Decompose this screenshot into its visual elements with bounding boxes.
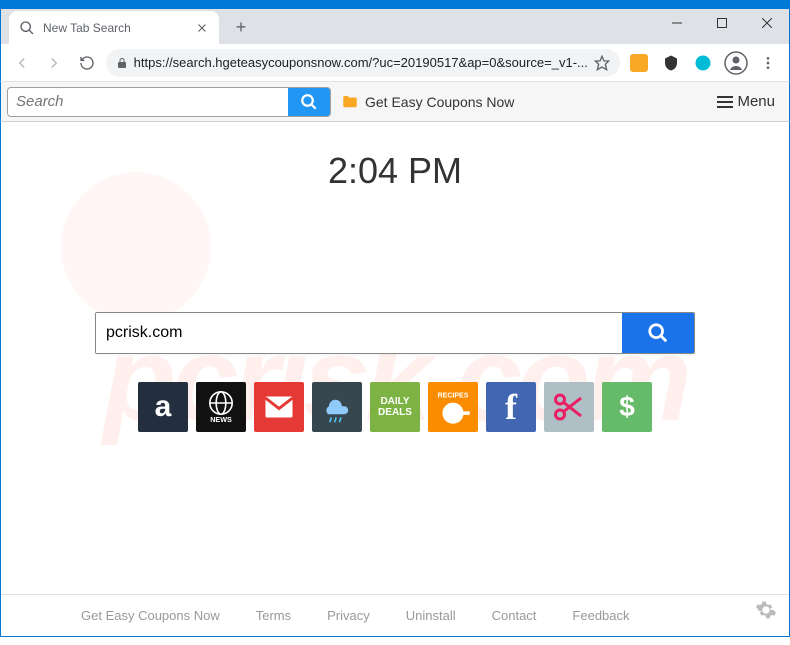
extension-2-icon[interactable]: [658, 49, 684, 77]
search-icon: [647, 322, 669, 344]
main-search-container: [95, 312, 695, 354]
browser-menu-button[interactable]: [755, 49, 781, 77]
star-icon[interactable]: [594, 55, 610, 71]
maximize-button[interactable]: [699, 9, 744, 37]
page-content: pcrisk.com 2:04 PM a NEWS DAILYDEALS REC…: [0, 122, 790, 637]
window-titlebar: [0, 0, 790, 8]
tab-title: New Tab Search: [43, 21, 187, 35]
extension-3-icon[interactable]: [690, 49, 716, 77]
profile-avatar[interactable]: [723, 49, 749, 77]
menu-label: Menu: [737, 93, 775, 110]
toolbar-brand[interactable]: Get Easy Coupons Now: [341, 93, 514, 111]
footer-feedback-link[interactable]: Feedback: [572, 608, 629, 623]
tab-close-icon[interactable]: [195, 21, 209, 35]
toolbar-brand-label: Get Easy Coupons Now: [365, 94, 514, 110]
footer-privacy-link[interactable]: Privacy: [327, 608, 370, 623]
forward-button[interactable]: [41, 49, 67, 77]
footer-terms-link[interactable]: Terms: [256, 608, 291, 623]
address-bar[interactable]: https://search.hgeteasycouponsnow.com/?u…: [106, 49, 620, 77]
tile-amazon[interactable]: a: [138, 382, 188, 432]
shortcut-tiles: a NEWS DAILYDEALS RECIPES f $: [138, 382, 652, 432]
url-text: https://search.hgeteasycouponsnow.com/?u…: [134, 55, 588, 70]
scissors-icon: [551, 389, 587, 425]
reload-button[interactable]: [73, 49, 99, 77]
tile-recipes[interactable]: RECIPES: [428, 382, 478, 432]
back-button[interactable]: [9, 49, 35, 77]
tile-dollar[interactable]: $: [602, 382, 652, 432]
tile-news[interactable]: NEWS: [196, 382, 246, 432]
tile-weather[interactable]: [312, 382, 362, 432]
clock-display: 2:04 PM: [328, 150, 462, 192]
watermark-circle: [61, 172, 211, 322]
svg-text:NEWS: NEWS: [210, 415, 232, 424]
mail-icon: [261, 389, 297, 425]
search-icon: [300, 93, 318, 111]
toolbar-search-button[interactable]: [288, 88, 330, 116]
tile-facebook[interactable]: f: [486, 382, 536, 432]
close-window-button[interactable]: [744, 9, 789, 37]
extension-toolbar: Get Easy Coupons Now Menu: [0, 82, 790, 122]
extension-1-icon[interactable]: [626, 49, 652, 77]
toolbar-search-container: [7, 87, 331, 117]
svg-text:RECIPES: RECIPES: [438, 392, 469, 399]
address-bar-row: https://search.hgeteasycouponsnow.com/?u…: [0, 44, 790, 82]
minimize-button[interactable]: [654, 9, 699, 37]
window-controls: [654, 9, 789, 45]
page-footer: Get Easy Coupons Now Terms Privacy Unins…: [1, 594, 789, 636]
globe-icon: NEWS: [201, 387, 241, 427]
weather-icon: [317, 387, 357, 427]
tab-strip: New Tab Search +: [0, 8, 790, 44]
tile-scissors[interactable]: [544, 382, 594, 432]
footer-contact-link[interactable]: Contact: [492, 608, 537, 623]
footer-uninstall-link[interactable]: Uninstall: [406, 608, 456, 623]
browser-tab[interactable]: New Tab Search: [9, 11, 219, 45]
main-search-button[interactable]: [622, 313, 694, 353]
recipes-icon: RECIPES: [431, 385, 475, 429]
lock-icon: [116, 57, 128, 69]
tile-gmail[interactable]: [254, 382, 304, 432]
footer-brand-link[interactable]: Get Easy Coupons Now: [81, 608, 220, 623]
toolbar-menu-button[interactable]: Menu: [709, 89, 783, 114]
main-search-input[interactable]: [96, 313, 622, 353]
search-icon: [19, 20, 35, 36]
tile-deals[interactable]: DAILYDEALS: [370, 382, 420, 432]
new-tab-button[interactable]: +: [227, 13, 255, 41]
folder-icon: [341, 93, 359, 111]
toolbar-search-input[interactable]: [8, 88, 288, 116]
hamburger-icon: [717, 96, 733, 108]
settings-gear-icon[interactable]: [755, 599, 777, 626]
